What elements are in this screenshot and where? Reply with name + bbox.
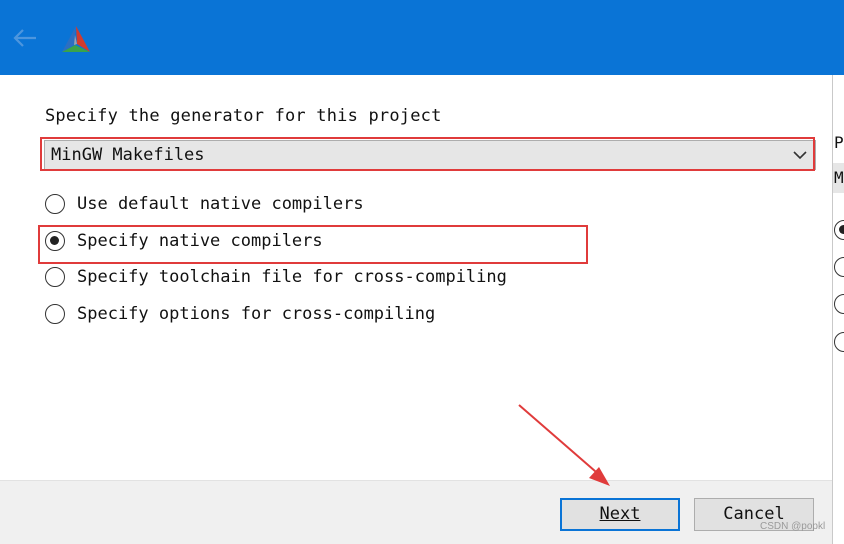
background-window-combobox: Mi (833, 163, 844, 193)
option-label: Specify toolchain file for cross-compili… (77, 267, 507, 287)
cmake-logo-icon (62, 26, 90, 52)
title-bar (0, 0, 832, 75)
watermark: CSDN @popkl (760, 521, 826, 532)
option-label: Use default native compilers (77, 194, 364, 214)
background-window-text: P (834, 133, 844, 152)
radio-button[interactable] (45, 194, 65, 214)
next-button[interactable]: Next (560, 498, 680, 531)
background-radio-button (834, 220, 844, 240)
background-window-titlebar (832, 0, 844, 75)
background-window: P Mi (832, 75, 844, 544)
background-radio-button (834, 332, 844, 352)
highlight-box-generator (40, 137, 815, 171)
radio-button[interactable] (45, 304, 65, 324)
generator-prompt: Specify the generator for this project (45, 106, 442, 126)
background-radio-button (834, 257, 844, 277)
option-label: Specify options for cross-compiling (77, 304, 436, 324)
highlight-box-native-compilers (38, 225, 588, 264)
radio-button[interactable] (45, 267, 65, 287)
background-window-text: Mi (834, 168, 844, 187)
back-arrow-icon[interactable] (12, 27, 38, 49)
background-radio-button (834, 294, 844, 314)
